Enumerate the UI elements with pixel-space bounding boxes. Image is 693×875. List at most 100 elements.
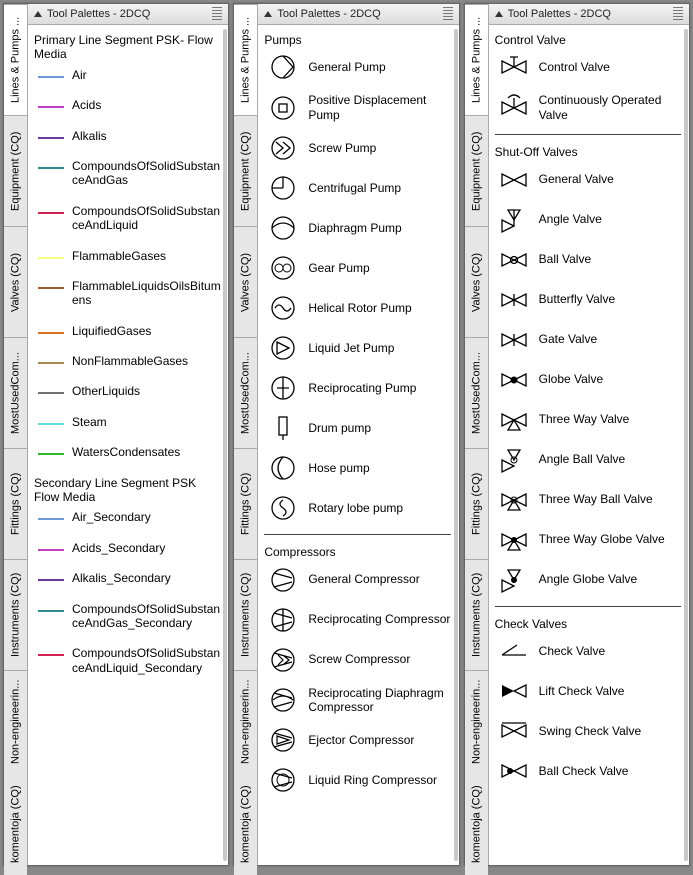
palette-tab[interactable]: Non-engineerin...	[4, 670, 27, 773]
symbol-tool-item[interactable]: Helical Rotor Pump	[268, 294, 454, 322]
line-tool-item[interactable]: Alkalis_Secondary	[38, 571, 224, 585]
line-label: FlammableGases	[72, 249, 224, 263]
line-tool-item[interactable]: LiquifiedGases	[38, 324, 224, 338]
line-color-swatch	[38, 448, 64, 458]
palette-tab[interactable]: Equipment (CQ)	[4, 115, 27, 226]
symbol-tool-item[interactable]: Control Valve	[499, 53, 685, 81]
symbol-tool-item[interactable]: Continuously Operated Valve	[499, 93, 685, 122]
symbol-tool-item[interactable]: Centrifugal Pump	[268, 174, 454, 202]
line-tool-item[interactable]: OtherLiquids	[38, 384, 224, 398]
line-tool-item[interactable]: FlammableGases	[38, 249, 224, 263]
symbol-tool-item[interactable]: General Pump	[268, 53, 454, 81]
symbol-label: General Valve	[539, 172, 685, 186]
line-tool-item[interactable]: Steam	[38, 415, 224, 429]
comp-diaphragm-icon	[268, 686, 298, 714]
palette-tab[interactable]: Fittings (CQ)	[4, 448, 27, 559]
palette-tabs: Lines & Pumps ...Equipment (CQ)Valves (C…	[465, 4, 489, 865]
palette-tab[interactable]: MostUsedCom...	[234, 337, 257, 448]
pump-liquidjet-icon	[268, 334, 298, 362]
symbol-tool-item[interactable]: Gate Valve	[499, 326, 685, 354]
line-label: Acids_Secondary	[72, 541, 224, 555]
symbol-tool-item[interactable]: General Compressor	[268, 566, 454, 594]
symbol-tool-item[interactable]: Angle Globe Valve	[499, 566, 685, 594]
symbol-tool-item[interactable]: Lift Check Valve	[499, 677, 685, 705]
palette-tab[interactable]: Fittings (CQ)	[465, 448, 488, 559]
palette-tab[interactable]: Lines & Pumps ...	[234, 4, 257, 115]
symbol-tool-item[interactable]: Butterfly Valve	[499, 286, 685, 314]
line-tool-item[interactable]: CompoundsOfSolidSubstanceAndGas	[38, 159, 224, 188]
symbol-tool-item[interactable]: Angle Ball Valve	[499, 446, 685, 474]
symbol-tool-item[interactable]: Three Way Ball Valve	[499, 486, 685, 514]
symbol-label: Centrifugal Pump	[308, 181, 454, 195]
valve-check-icon	[499, 637, 529, 665]
palette-tab[interactable]: komentoja (CQ)	[465, 773, 488, 875]
palette-titlebar[interactable]: Tool Palettes - 2DCQ	[258, 4, 458, 25]
line-tool-item[interactable]: Air_Secondary	[38, 510, 224, 524]
symbol-tool-item[interactable]: Angle Valve	[499, 206, 685, 234]
palette-tab[interactable]: MostUsedCom...	[4, 337, 27, 448]
palette-tab[interactable]: Non-engineerin...	[465, 670, 488, 773]
valve-angle-icon	[499, 206, 529, 234]
symbol-tool-item[interactable]: Ball Valve	[499, 246, 685, 274]
symbol-tool-item[interactable]: Rotary lobe pump	[268, 494, 454, 522]
symbol-tool-item[interactable]: Liquid Jet Pump	[268, 334, 454, 362]
symbol-tool-item[interactable]: General Valve	[499, 166, 685, 194]
line-tool-item[interactable]: Acids_Secondary	[38, 541, 224, 555]
palette-tab[interactable]: komentoja (CQ)	[4, 773, 27, 875]
symbol-tool-item[interactable]: Reciprocating Compressor	[268, 606, 454, 634]
symbol-tool-item[interactable]: Drum pump	[268, 414, 454, 442]
line-tool-item[interactable]: Acids	[38, 98, 224, 112]
symbol-tool-item[interactable]: Liquid Ring Compressor	[268, 766, 454, 794]
symbol-tool-item[interactable]: Globe Valve	[499, 366, 685, 394]
grip-icon[interactable]	[443, 7, 453, 21]
palette-tab[interactable]: Lines & Pumps ...	[4, 4, 27, 115]
valve-globe-icon	[499, 366, 529, 394]
line-tool-item[interactable]: Air	[38, 68, 224, 82]
symbol-tool-item[interactable]: Screw Pump	[268, 134, 454, 162]
palette-tab[interactable]: Valves (CQ)	[4, 226, 27, 337]
palette-tab[interactable]: Instruments (CQ)	[465, 559, 488, 670]
palette-tab[interactable]: Instruments (CQ)	[4, 559, 27, 670]
symbol-tool-item[interactable]: Screw Compressor	[268, 646, 454, 674]
grip-icon[interactable]	[212, 7, 222, 21]
symbol-tool-item[interactable]: Three Way Globe Valve	[499, 526, 685, 554]
symbol-tool-item[interactable]: Diaphragm Pump	[268, 214, 454, 242]
palette-tab[interactable]: Equipment (CQ)	[234, 115, 257, 226]
line-tool-item[interactable]: Alkalis	[38, 129, 224, 143]
line-tool-item[interactable]: CompoundsOfSolidSubstanceAndLiquid	[38, 204, 224, 233]
comp-recip-icon	[268, 606, 298, 634]
palette-tab[interactable]: MostUsedCom...	[465, 337, 488, 448]
palette-tab[interactable]: komentoja (CQ)	[234, 773, 257, 875]
line-tool-item[interactable]: CompoundsOfSolidSubstanceAndGas_Secondar…	[38, 602, 224, 631]
line-tool-item[interactable]: NonFlammableGases	[38, 354, 224, 368]
palette-content: Primary Line Segment PSK- Flow MediaAirA…	[28, 25, 228, 865]
symbol-label: Reciprocating Diaphragm Compressor	[308, 686, 454, 715]
palette-tab[interactable]: Lines & Pumps ...	[465, 4, 488, 115]
palette-tab[interactable]: Valves (CQ)	[234, 226, 257, 337]
palette-tab[interactable]: Instruments (CQ)	[234, 559, 257, 670]
line-tool-item[interactable]: CompoundsOfSolidSubstanceAndLiquid_Secon…	[38, 646, 224, 675]
symbol-tool-item[interactable]: Positive Displacement Pump	[268, 93, 454, 122]
symbol-tool-item[interactable]: Ball Check Valve	[499, 757, 685, 785]
line-tool-item[interactable]: FlammableLiquidsOilsBitumens	[38, 279, 224, 308]
symbol-tool-item[interactable]: Three Way Valve	[499, 406, 685, 434]
line-label: LiquifiedGases	[72, 324, 224, 338]
palette-tab[interactable]: Fittings (CQ)	[234, 448, 257, 559]
symbol-tool-item[interactable]: Reciprocating Diaphragm Compressor	[268, 686, 454, 715]
symbol-tool-item[interactable]: Reciprocating Pump	[268, 374, 454, 402]
valve-3wayball-icon	[499, 486, 529, 514]
symbol-tool-item[interactable]: Ejector Compressor	[268, 726, 454, 754]
palette-tab[interactable]: Equipment (CQ)	[465, 115, 488, 226]
symbol-tool-item[interactable]: Gear Pump	[268, 254, 454, 282]
palette-titlebar[interactable]: Tool Palettes - 2DCQ	[489, 4, 689, 25]
grip-icon[interactable]	[673, 7, 683, 21]
symbol-tool-item[interactable]: Swing Check Valve	[499, 717, 685, 745]
line-tool-item[interactable]: WatersCondensates	[38, 445, 224, 459]
palette-tab[interactable]: Non-engineerin...	[234, 670, 257, 773]
palette-tab[interactable]: Valves (CQ)	[465, 226, 488, 337]
symbol-tool-item[interactable]: Hose pump	[268, 454, 454, 482]
palette-title: Tool Palettes - 2DCQ	[47, 8, 150, 20]
palette-titlebar[interactable]: Tool Palettes - 2DCQ	[28, 4, 228, 25]
valve-liftcheck-icon	[499, 677, 529, 705]
symbol-tool-item[interactable]: Check Valve	[499, 637, 685, 665]
